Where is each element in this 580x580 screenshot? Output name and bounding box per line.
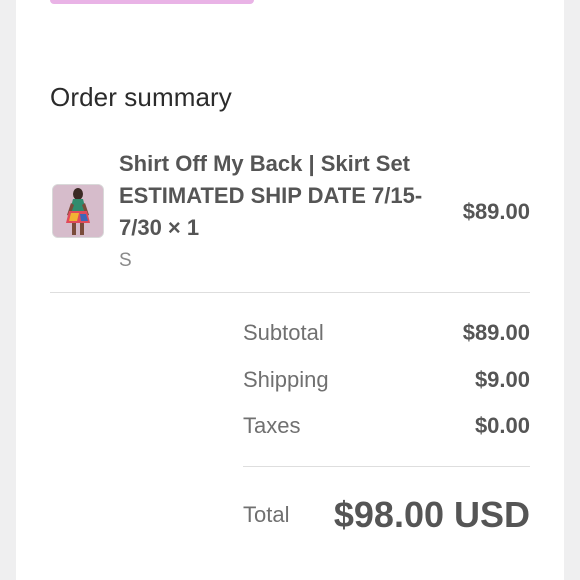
subtotal-label: Subtotal (243, 320, 324, 345)
product-photo-icon (53, 185, 103, 237)
line-item: Shirt Off My Back | Skirt Set ESTIMATED … (50, 148, 530, 276)
item-price: $89.00 (462, 199, 530, 224)
product-thumbnail (52, 184, 104, 238)
taxes-value: $0.00 (474, 413, 530, 438)
divider (243, 466, 530, 467)
order-summary-heading: Order summary (50, 82, 232, 112)
shipping-row: Shipping $9.00 (243, 367, 530, 397)
subtotal-value: $89.00 (462, 320, 530, 345)
shipping-value: $9.00 (474, 367, 530, 392)
order-summary-card: Order summary Shirt Off My Back | Skirt … (16, 0, 564, 580)
item-variant: S (119, 250, 132, 271)
total-value: $98.00 USD (333, 494, 530, 535)
subtotal-row: Subtotal $89.00 (243, 320, 530, 350)
accent-bar[interactable] (50, 0, 254, 4)
divider (50, 292, 530, 293)
taxes-row: Taxes $0.00 (243, 413, 530, 443)
shipping-label: Shipping (243, 367, 329, 392)
total-label: Total (243, 502, 290, 527)
item-name: Shirt Off My Back | Skirt Set ESTIMATED … (119, 151, 423, 240)
taxes-label: Taxes (243, 413, 301, 438)
